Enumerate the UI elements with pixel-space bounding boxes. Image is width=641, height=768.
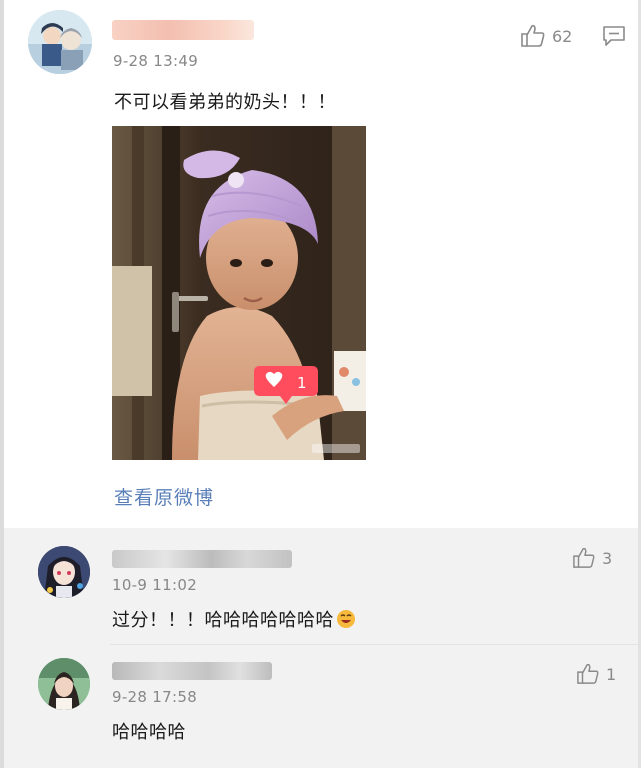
badge-count: 1 bbox=[297, 374, 307, 392]
replies-section: 10-9 11:02 3 过分！！！哈哈哈哈哈哈哈 9-28 17:58 1 哈… bbox=[4, 528, 638, 768]
anime-girl-avatar-image bbox=[38, 546, 90, 598]
reply-username-redacted[interactable] bbox=[112, 550, 292, 568]
reply-button[interactable] bbox=[602, 25, 626, 51]
reply-text: 哈哈哈哈 bbox=[112, 722, 186, 743]
reply-text-content: 过分！！！哈哈哈哈哈哈哈 bbox=[112, 610, 334, 631]
reply-like-count: 3 bbox=[602, 548, 613, 568]
username-redacted[interactable] bbox=[112, 20, 254, 40]
thumbs-up-icon bbox=[577, 663, 599, 684]
reply-timestamp: 9-28 17:58 bbox=[112, 688, 198, 706]
reply-like-button[interactable]: 3 bbox=[572, 547, 612, 569]
reply-avatar[interactable] bbox=[38, 658, 90, 710]
reply-username-redacted[interactable] bbox=[112, 662, 272, 680]
reply-text: 过分！！！哈哈哈哈哈哈哈 bbox=[112, 606, 356, 634]
view-original-post-link[interactable]: 查看原微博 bbox=[114, 483, 214, 510]
child-in-towel-photo: 1 bbox=[112, 126, 366, 460]
comment-icon bbox=[603, 26, 625, 46]
comment-photo[interactable]: 1 bbox=[112, 126, 366, 460]
girl-photo-avatar-image bbox=[38, 658, 90, 710]
like-count: 62 bbox=[552, 26, 573, 46]
user-avatar[interactable] bbox=[28, 10, 92, 74]
comment-text: 不可以看弟弟的奶头！！！ bbox=[114, 92, 336, 113]
main-comment: 9-28 13:49 62 不可以看弟弟的奶头！！！ 1 查看原微博 bbox=[4, 0, 638, 528]
laughing-face-icon bbox=[336, 609, 356, 634]
reply-avatar[interactable] bbox=[38, 546, 90, 598]
anime-avatar-image bbox=[28, 10, 92, 74]
comment-timestamp: 9-28 13:49 bbox=[113, 52, 199, 70]
thumbs-up-icon bbox=[521, 25, 545, 47]
reply-like-count: 1 bbox=[606, 664, 617, 684]
like-button[interactable]: 62 bbox=[520, 24, 572, 48]
reply-timestamp: 10-9 11:02 bbox=[112, 576, 198, 594]
thumbs-up-icon bbox=[573, 547, 595, 568]
reply-divider bbox=[110, 644, 638, 645]
reply-like-button[interactable]: 1 bbox=[576, 663, 616, 685]
